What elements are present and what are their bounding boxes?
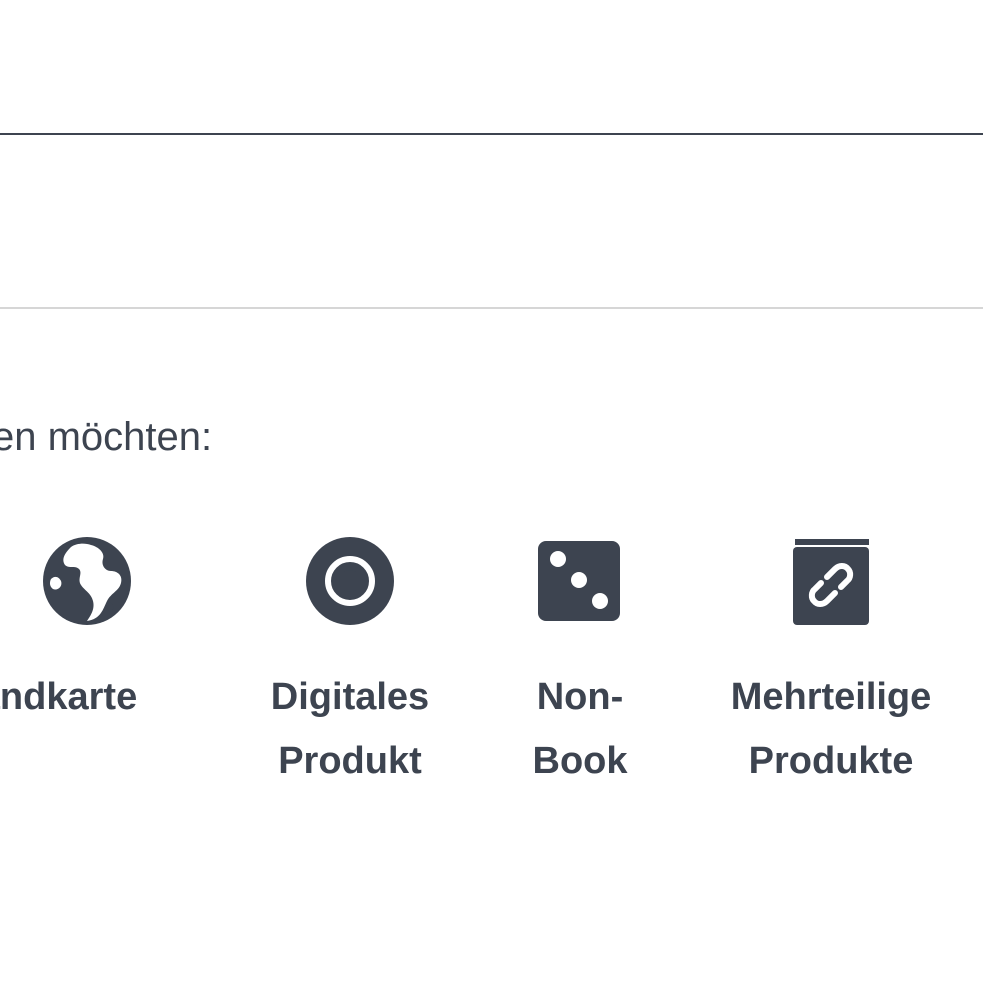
header-divider [0, 133, 983, 135]
product-type-label: andkarte [0, 676, 138, 718]
product-type-label: Non- Book [532, 676, 628, 782]
section-divider [0, 307, 983, 309]
product-type-nonbook[interactable]: Non- Book [500, 535, 660, 793]
product-type-label: Digitales Produkt [270, 676, 430, 782]
product-type-digital[interactable]: Digitales Produkt [245, 535, 455, 793]
globe-icon [41, 535, 133, 627]
header-area [0, 0, 983, 134]
disc-icon [304, 535, 396, 627]
product-type-map[interactable]: andkarte [0, 535, 192, 729]
dice-icon [534, 535, 626, 627]
type-selection-prompt: en möchten: [0, 415, 213, 459]
product-type-page: en möchten: andkarte Digitales Produkt [0, 0, 983, 983]
linked-book-icon [785, 535, 877, 627]
product-type-multipart[interactable]: Mehrteilige Produkte [700, 535, 962, 793]
product-type-label: Mehrteilige Produkte [730, 676, 932, 782]
